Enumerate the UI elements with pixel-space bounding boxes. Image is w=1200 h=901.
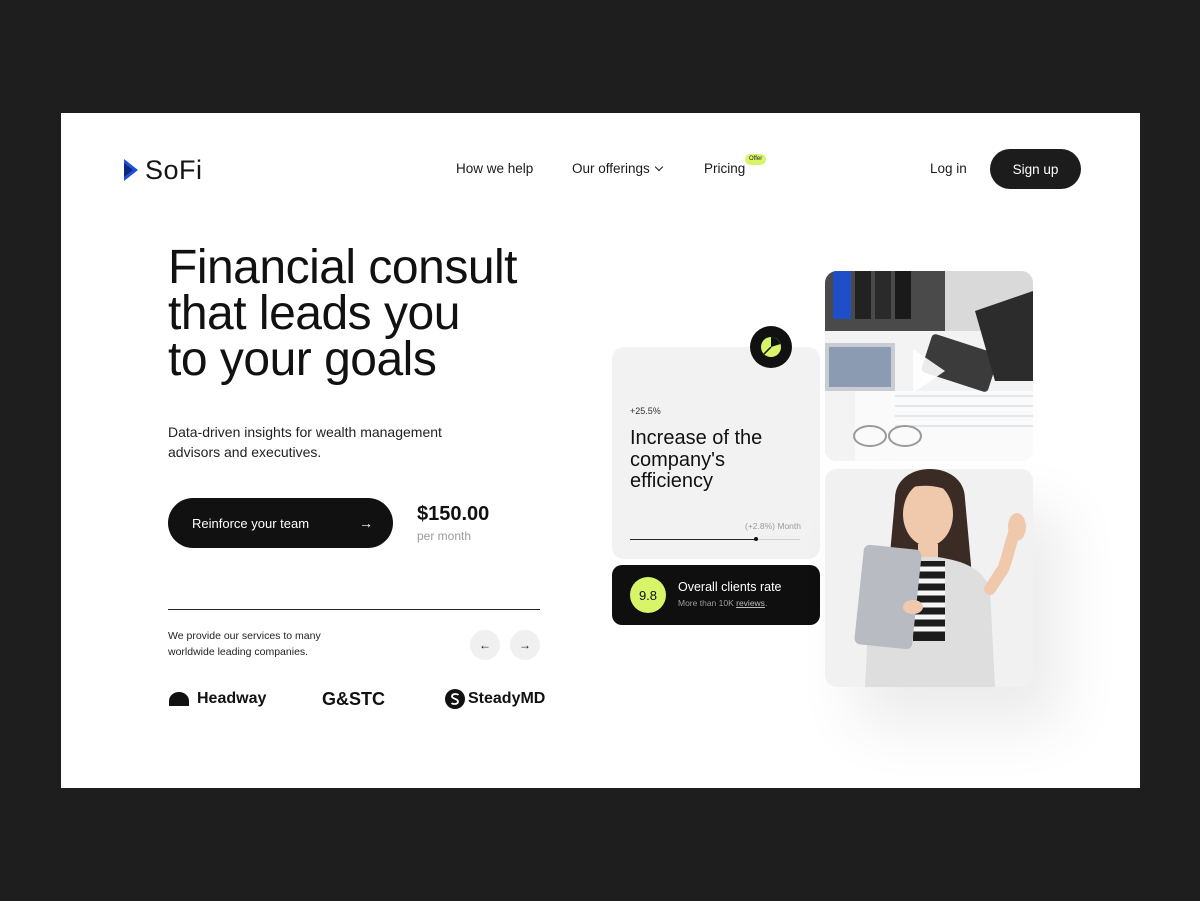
efficiency-month-label: (+2.8%) Month	[745, 521, 801, 531]
rate-score: 9.8	[630, 577, 666, 613]
partner-name: SteadyMD	[468, 690, 546, 707]
nav-our-offerings[interactable]: Our offerings	[572, 161, 664, 176]
rate-sub-post: .	[764, 598, 768, 608]
partner-steadymd: SteadyMD	[445, 687, 545, 711]
efficiency-progress-fill	[630, 538, 756, 540]
pie-chart-icon	[761, 337, 781, 357]
price-period: per month	[417, 529, 472, 543]
headline-highlight: leads	[258, 287, 372, 340]
logo-mark-icon	[124, 159, 138, 181]
efficiency-progress-dot	[753, 537, 758, 541]
headway-logo-icon	[169, 692, 189, 706]
offer-badge: Offer	[745, 154, 767, 165]
login-link[interactable]: Log in	[930, 161, 967, 176]
nav-our-offerings-label: Our offerings	[572, 161, 650, 176]
play-icon	[913, 349, 945, 393]
logo[interactable]: SoFi	[123, 155, 203, 185]
signup-button[interactable]: Sign up	[990, 149, 1081, 189]
reviews-link[interactable]: reviews	[736, 598, 765, 608]
partner-name: Headway	[197, 690, 267, 707]
efficiency-delta: +25.5%	[630, 406, 661, 416]
chevron-down-icon	[654, 162, 664, 172]
arrow-left-icon: ←	[479, 638, 491, 652]
nav-pricing[interactable]: Pricing	[704, 161, 745, 176]
efficiency-title: Increase of the company's efficiency	[630, 427, 763, 492]
headline-line-1: Financial consult	[168, 241, 518, 294]
cta-label: Reinforce your team	[192, 515, 310, 531]
clients-rate-card: 9.8 Overall clients rate More than 10K r…	[612, 565, 820, 625]
partner-gstc: G&STC	[322, 687, 385, 711]
reinforce-team-button[interactable]: Reinforce your team →	[168, 498, 393, 548]
partner-name: G&STC	[322, 688, 385, 709]
services-text: We provide our services to many worldwid…	[168, 630, 321, 658]
rate-sub-pre: More than 10K	[678, 598, 737, 608]
price-value: $150.00	[417, 503, 490, 525]
headline-line-3: to your goals	[168, 333, 437, 386]
steadymd-logo-icon	[445, 689, 465, 709]
hero-subtitle: Data-driven insights for wealth manageme…	[168, 424, 442, 460]
office-video-thumbnail[interactable]	[825, 271, 1033, 461]
rate-subtext: More than 10K reviews.	[678, 598, 767, 608]
logo-text: SoFi	[145, 154, 203, 185]
partner-headway: Headway	[169, 687, 266, 711]
nav-how-we-help[interactable]: How we help	[456, 161, 533, 176]
advisor-photo-illustration	[825, 469, 1033, 687]
arrow-right-icon: →	[359, 515, 373, 531]
efficiency-card: +25.5% Increase of the company's efficie…	[612, 347, 820, 559]
advisor-photo	[825, 469, 1033, 687]
carousel-next-button[interactable]: →	[510, 630, 540, 660]
carousel-prev-button[interactable]: ←	[470, 630, 500, 660]
arrow-right-icon: →	[519, 638, 531, 652]
landing-page: SoFi How we help Our offerings Pricing O…	[61, 113, 1140, 788]
hero-headline: Financial consult that leads you to your…	[168, 241, 518, 386]
pie-chart-badge	[750, 326, 792, 368]
efficiency-progress-track	[630, 537, 800, 541]
headline-line-2: that leads you	[168, 287, 517, 340]
rate-title: Overall clients rate	[678, 580, 782, 594]
divider	[168, 609, 540, 610]
